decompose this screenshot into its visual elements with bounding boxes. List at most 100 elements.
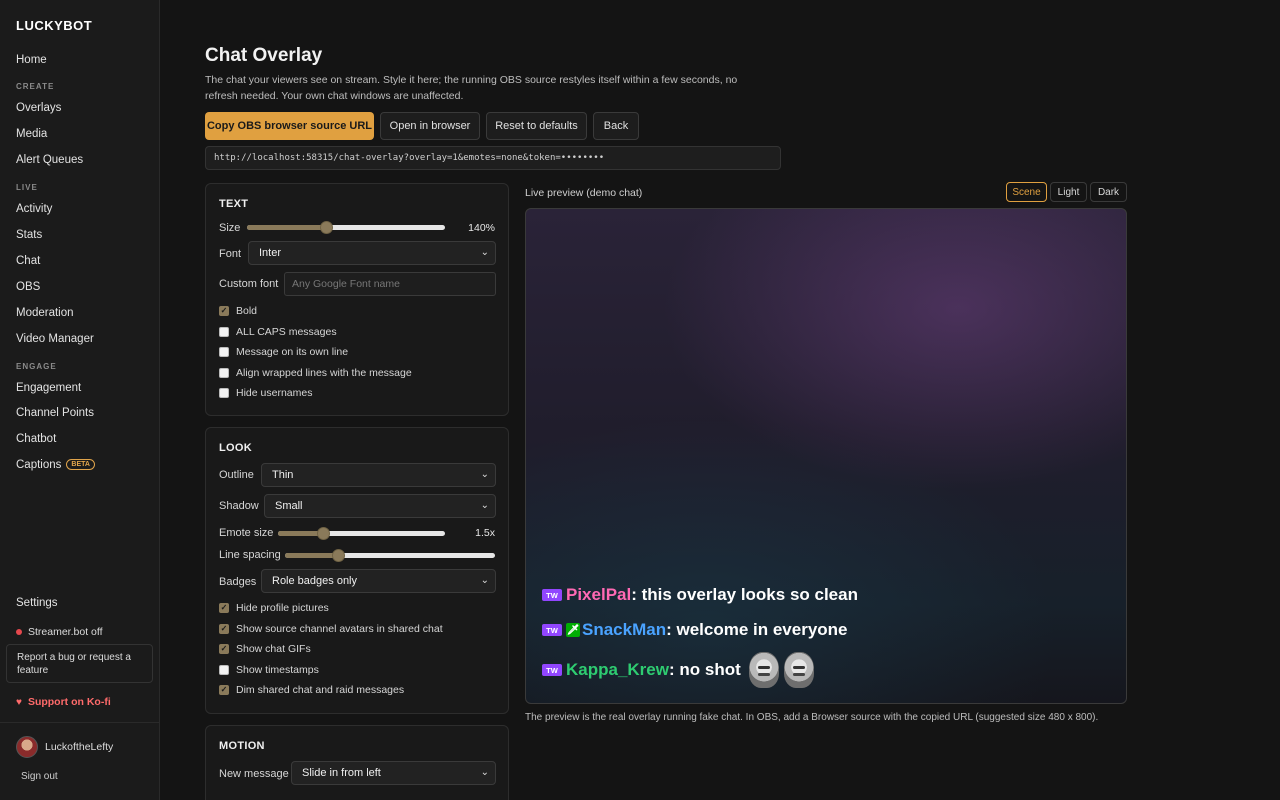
checkbox-label: ALL CAPS messages [236, 325, 337, 338]
look-checkbox-row[interactable]: ✓ Show source channel avatars in shared c… [219, 623, 443, 635]
checkbox-checked-icon[interactable]: ✓ [219, 623, 229, 634]
checkbox-label: Message on its own line [236, 346, 349, 358]
checkbox-label: Show source channel avatars in shared ch… [236, 622, 443, 635]
font-label: Font [219, 248, 242, 260]
sidebar-item-chat[interactable]: Chat [16, 255, 40, 267]
checkbox-checked-icon[interactable]: ✓ [219, 603, 229, 613]
chat-message: TW PixelPal: this overlay looks so clean [542, 585, 858, 605]
text-card-title: TEXT [219, 198, 249, 210]
brand-logo: LUCKYBOT [16, 18, 93, 33]
mode-scene-button[interactable]: Scene [1006, 182, 1047, 202]
text-checkbox-row[interactable]: Hide usernames [219, 387, 312, 399]
size-slider-fill [247, 225, 327, 230]
sidebar-item-channel-points[interactable]: Channel Points [16, 407, 94, 419]
checkbox-unchecked-icon[interactable] [219, 664, 229, 675]
sidebar-item-video-manager[interactable]: Video Manager [16, 333, 94, 345]
line-spacing-slider[interactable] [285, 549, 495, 562]
mode-dark-button[interactable]: Dark [1090, 182, 1127, 202]
emote-size-slider-thumb[interactable] [317, 527, 331, 540]
sidebar-item-captions[interactable]: Captions BETA [16, 459, 95, 471]
checkbox-unchecked-icon[interactable] [219, 388, 229, 398]
kappa-emote-icon [748, 652, 779, 688]
sidebar-item-chatbot[interactable]: Chatbot [16, 433, 56, 445]
chevron-down-icon: ⌄ [480, 767, 489, 778]
motion-settings-card: MOTION New message Slide in from left ⌄ [205, 725, 509, 800]
chevron-down-icon: ⌄ [480, 469, 489, 480]
checkbox-checked-icon[interactable]: ✓ [219, 306, 229, 316]
chat-text: this overlay looks so clean [641, 585, 858, 604]
chat-text: welcome in everyone [676, 620, 848, 639]
twitch-badge-icon: TW [542, 589, 562, 601]
streamerbot-status: Streamer.bot off [16, 626, 103, 638]
custom-font-input[interactable]: Any Google Font name [284, 272, 496, 296]
heart-icon: ♥ [16, 696, 22, 708]
sidebar-item-alert-queues[interactable]: Alert Queues [16, 154, 83, 166]
obs-url-field[interactable]: http://localhost:58315/chat-overlay?over… [205, 146, 781, 170]
sidebar-item-moderation[interactable]: Moderation [16, 307, 74, 319]
badges-select[interactable]: Role badges only ⌄ [261, 569, 496, 593]
page-description: The chat your viewers see on stream. Sty… [205, 74, 738, 102]
line-spacing-slider-fill [285, 553, 338, 558]
preview-caption: The preview is the real overlay running … [525, 712, 1099, 723]
checkbox-label: Align wrapped lines with the message [236, 366, 412, 379]
user-profile[interactable]: LuckoftheLefty [16, 736, 113, 758]
checkbox-unchecked-icon[interactable] [219, 347, 229, 357]
checkbox-label: Dim shared chat and raid messages [236, 684, 405, 696]
sidebar-section-live: LIVE [16, 183, 38, 192]
text-checkbox-row[interactable]: Align wrapped lines with the message [219, 367, 412, 379]
sidebar-item-activity[interactable]: Activity [16, 203, 52, 215]
kofi-link[interactable]: ♥ Support on Ko-fi [16, 696, 111, 708]
emote-size-value: 1.5x [475, 527, 495, 539]
size-label: Size [219, 222, 241, 234]
checkbox-label: Hide usernames [236, 387, 313, 399]
kappa-emote-icon [783, 652, 814, 688]
report-bug-button[interactable]: Report a bug or request a feature [6, 644, 153, 683]
badges-label: Badges [219, 576, 257, 588]
kofi-label: Support on Ko-fi [27, 696, 111, 708]
look-checkbox-row[interactable]: ✓ Hide profile pictures [219, 602, 329, 614]
new-message-select[interactable]: Slide in from left ⌄ [291, 761, 496, 785]
open-in-browser-button[interactable]: Open in browser [380, 112, 480, 140]
look-checkbox-row[interactable]: ✓ Show chat GIFs [219, 643, 311, 655]
look-checkbox-row[interactable]: Show timestamps [219, 664, 319, 676]
font-select[interactable]: Inter ⌄ [248, 241, 496, 265]
sidebar: LUCKYBOT Home CREATE Overlays Media Aler… [0, 0, 160, 800]
text-checkbox-row[interactable]: Message on its own line [219, 346, 348, 358]
live-preview-frame: TW PixelPal: this overlay looks so clean… [525, 208, 1127, 704]
size-value: 140% [468, 222, 495, 234]
checkbox-unchecked-icon[interactable] [219, 367, 229, 378]
chat-colon: : [631, 585, 642, 604]
sign-out-link[interactable]: Sign out [21, 771, 58, 782]
sidebar-item-overlays[interactable]: Overlays [16, 102, 61, 114]
line-spacing-slider-thumb[interactable] [331, 549, 345, 562]
sidebar-item-stats[interactable]: Stats [16, 229, 42, 241]
text-checkbox-row[interactable]: ALL CAPS messages [219, 326, 337, 338]
emote-size-slider[interactable] [278, 527, 445, 540]
back-button[interactable]: Back [593, 112, 639, 140]
size-slider[interactable] [247, 221, 445, 234]
moderator-sword-icon: 🗡 [566, 623, 580, 637]
sidebar-item-home[interactable]: Home [16, 54, 47, 66]
sidebar-item-obs[interactable]: OBS [16, 281, 40, 293]
text-checkbox-row[interactable]: ✓ Bold [219, 305, 257, 317]
look-checkbox-row[interactable]: ✓ Dim shared chat and raid messages [219, 684, 404, 696]
page-title: Chat Overlay [205, 45, 323, 66]
checkbox-unchecked-icon[interactable] [219, 326, 229, 337]
checkbox-checked-icon[interactable]: ✓ [219, 644, 229, 654]
sidebar-item-settings[interactable]: Settings [16, 597, 58, 609]
font-select-value: Inter [259, 247, 282, 259]
reset-defaults-button[interactable]: Reset to defaults [486, 112, 587, 140]
sidebar-item-engagement[interactable]: Engagement [16, 382, 81, 394]
sidebar-item-media[interactable]: Media [16, 128, 47, 140]
sidebar-section-create: CREATE [16, 82, 55, 91]
shadow-select[interactable]: Small ⌄ [264, 494, 496, 518]
size-slider-thumb[interactable] [320, 221, 334, 234]
copy-obs-url-button[interactable]: Copy OBS browser source URL [205, 112, 374, 140]
twitch-badge-icon: TW [542, 664, 562, 676]
new-message-label: New message [219, 768, 289, 780]
outline-label: Outline [219, 469, 254, 481]
checkbox-checked-icon[interactable]: ✓ [219, 685, 229, 695]
mode-light-button[interactable]: Light [1050, 182, 1087, 202]
outline-select[interactable]: Thin ⌄ [261, 463, 496, 487]
custom-font-label: Custom font [219, 278, 279, 290]
